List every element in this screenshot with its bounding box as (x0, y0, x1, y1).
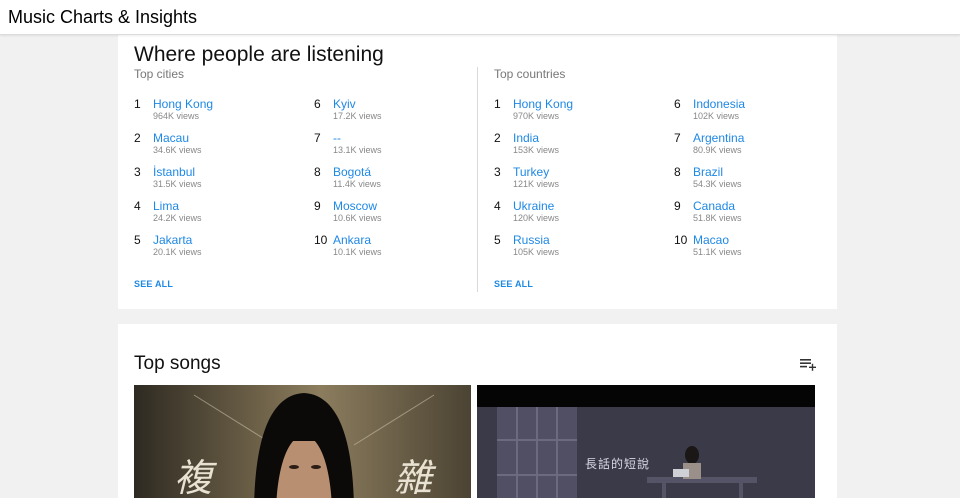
city-item[interactable]: 1 Hong Kong 964K views (134, 97, 304, 129)
country-link[interactable]: Turkey (513, 165, 549, 179)
rank-number: 7 (674, 131, 681, 145)
country-link[interactable]: Ukraine (513, 199, 554, 213)
view-count: 17.2K views (333, 111, 382, 121)
view-count: 20.1K views (153, 247, 202, 257)
country-link[interactable]: Hong Kong (513, 97, 573, 111)
song-thumbnail[interactable]: 複 雜 (134, 385, 471, 498)
country-link[interactable]: Argentina (693, 131, 744, 145)
rank-number: 9 (674, 199, 681, 213)
country-item[interactable]: 6 Indonesia 102K views (674, 97, 844, 129)
rank-number: 7 (314, 131, 321, 145)
rank-number: 4 (494, 199, 501, 213)
city-link[interactable]: Bogotá (333, 165, 371, 179)
city-link[interactable]: Moscow (333, 199, 377, 213)
view-count: 105K views (513, 247, 560, 257)
rank-number: 10 (674, 233, 688, 247)
city-link[interactable]: Lima (153, 199, 179, 213)
city-item[interactable]: 2 Macau 34.6K views (134, 131, 304, 163)
country-link[interactable]: India (513, 131, 539, 145)
rank-number: 6 (314, 97, 321, 111)
country-item[interactable]: 10 Macao 51.1K views (674, 233, 844, 265)
city-link[interactable]: -- (333, 131, 341, 145)
country-item[interactable]: 4 Ukraine 120K views (494, 199, 664, 231)
city-item[interactable]: 4 Lima 24.2K views (134, 199, 304, 231)
view-count: 24.2K views (153, 213, 202, 223)
rank-number: 5 (134, 233, 141, 247)
see-all-countries-link[interactable]: SEE ALL (494, 279, 533, 289)
country-item[interactable]: 2 India 153K views (494, 131, 664, 163)
view-count: 54.3K views (693, 179, 742, 189)
top-bar: Music Charts & Insights (0, 0, 960, 35)
top-cities-heading: Top cities (134, 67, 185, 81)
rank-number: 5 (494, 233, 501, 247)
city-link[interactable]: Hong Kong (153, 97, 213, 111)
thumbnail-caption-right: 雜 (394, 456, 433, 498)
country-link[interactable]: Canada (693, 199, 735, 213)
city-link[interactable]: İstanbul (153, 165, 195, 179)
country-item[interactable]: 3 Turkey 121K views (494, 165, 664, 197)
rank-number: 4 (134, 199, 141, 213)
thumbnail-caption: 長話的短說 (585, 457, 651, 471)
view-count: 10.1K views (333, 247, 382, 257)
city-link[interactable]: Ankara (333, 233, 371, 247)
rank-number: 2 (494, 131, 501, 145)
rank-number: 1 (494, 97, 501, 111)
view-count: 51.8K views (693, 213, 742, 223)
country-item[interactable]: 5 Russia 105K views (494, 233, 664, 265)
view-count: 121K views (513, 179, 560, 189)
view-count: 120K views (513, 213, 560, 223)
city-link[interactable]: Macau (153, 131, 189, 145)
view-count: 10.6K views (333, 213, 382, 223)
listening-title: Where people are listening (134, 43, 384, 66)
country-item[interactable]: 9 Canada 51.8K views (674, 199, 844, 231)
country-link[interactable]: Macao (693, 233, 729, 247)
app-title: Music Charts & Insights (8, 7, 198, 27)
song-thumbnail[interactable]: 長話的短說 (477, 385, 815, 498)
city-link[interactable]: Kyiv (333, 97, 356, 111)
rank-number: 8 (314, 165, 321, 179)
rank-number: 10 (314, 233, 328, 247)
rank-number: 9 (314, 199, 321, 213)
view-count: 31.5K views (153, 179, 202, 189)
country-item[interactable]: 1 Hong Kong 970K views (494, 97, 664, 129)
thumbnail-art (477, 385, 815, 498)
top-countries-heading: Top countries (494, 67, 566, 81)
city-item[interactable]: 7 -- 13.1K views (314, 131, 484, 163)
view-count: 153K views (513, 145, 560, 155)
rank-number: 1 (134, 97, 141, 111)
country-link[interactable]: Brazil (693, 165, 723, 179)
city-item[interactable]: 8 Bogotá 11.4K views (314, 165, 484, 197)
thumbnail-caption-left: 複 (174, 456, 213, 498)
view-count: 80.9K views (693, 145, 742, 155)
city-item[interactable]: 5 Jakarta 20.1K views (134, 233, 304, 265)
view-count: 102K views (693, 111, 740, 121)
rank-number: 2 (134, 131, 141, 145)
city-link[interactable]: Jakarta (153, 233, 192, 247)
rank-number: 8 (674, 165, 681, 179)
top-songs-title: Top songs (134, 353, 221, 374)
view-count: 970K views (513, 111, 560, 121)
see-all-cities-link[interactable]: SEE ALL (134, 279, 173, 289)
city-item[interactable]: 3 İstanbul 31.5K views (134, 165, 304, 197)
top-songs-card: Top songs 複 雜 長話的短說 (118, 324, 837, 498)
rank-number: 6 (674, 97, 681, 111)
country-item[interactable]: 7 Argentina 80.9K views (674, 131, 844, 163)
view-count: 964K views (153, 111, 200, 121)
rank-number: 3 (134, 165, 141, 179)
city-item[interactable]: 9 Moscow 10.6K views (314, 199, 484, 231)
rank-number: 3 (494, 165, 501, 179)
city-item[interactable]: 6 Kyiv 17.2K views (314, 97, 484, 129)
playlist-add-icon[interactable] (800, 359, 816, 371)
view-count: 11.4K views (333, 179, 381, 189)
view-count: 13.1K views (333, 145, 382, 155)
listening-card: Where people are listening Top cities To… (118, 30, 837, 309)
view-count: 34.6K views (153, 145, 202, 155)
country-link[interactable]: Russia (513, 233, 550, 247)
city-item[interactable]: 10 Ankara 10.1K views (314, 233, 484, 265)
view-count: 51.1K views (693, 247, 742, 257)
country-link[interactable]: Indonesia (693, 97, 745, 111)
country-item[interactable]: 8 Brazil 54.3K views (674, 165, 844, 197)
